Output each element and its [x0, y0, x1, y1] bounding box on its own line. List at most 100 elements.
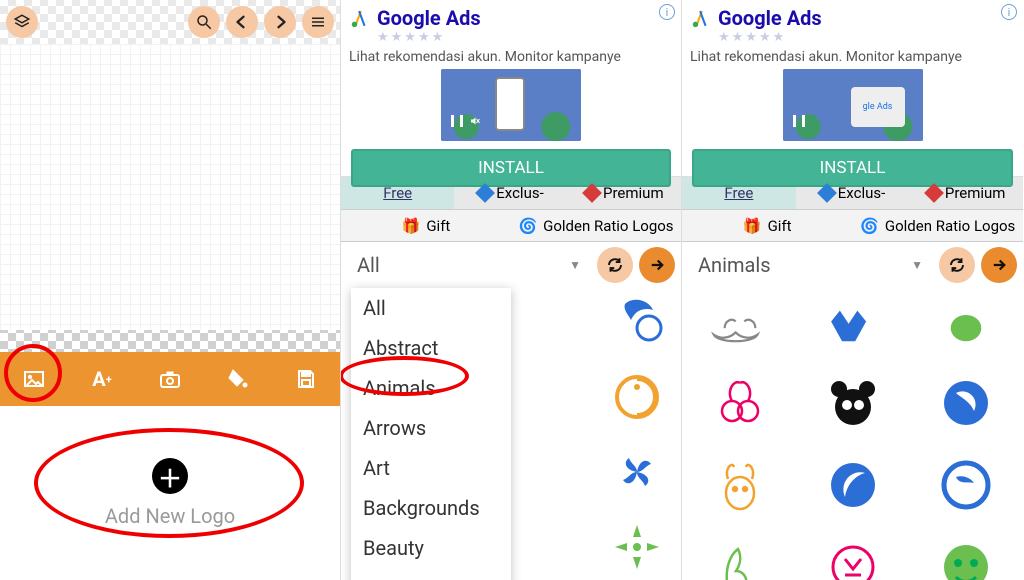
logo-item[interactable] — [799, 530, 906, 580]
logo-item[interactable] — [686, 448, 793, 522]
transparency-strip — [0, 330, 340, 352]
dropdown-item-backgrounds[interactable]: Backgrounds — [351, 488, 511, 528]
dropdown-item-business[interactable]: Business — [351, 568, 511, 580]
refresh-button[interactable] — [939, 247, 975, 283]
subtab-golden-label: Golden Ratio Logos — [543, 217, 673, 235]
menu-icon — [309, 13, 327, 31]
logo-item[interactable] — [597, 513, 677, 580]
ad-description: Lihat rekomendasi akun. Monitor kampanye — [341, 45, 681, 69]
pause-icon[interactable] — [793, 115, 805, 127]
sub-tabs: 🎁 Gift 🌀 Golden Ratio Logos — [682, 210, 1023, 242]
ad-thumbnail — [441, 69, 581, 141]
save-icon — [294, 367, 318, 391]
panel-browse-animals: i Google Ads ★★★★★ Lihat rekomendasi aku… — [682, 0, 1023, 580]
subtab-gift-label: Gift — [426, 217, 450, 235]
undo-icon — [233, 13, 251, 31]
dropdown-item-animals[interactable]: Animals — [351, 368, 511, 408]
undo-button[interactable] — [226, 6, 258, 38]
zoom-button[interactable] — [188, 6, 220, 38]
zoom-icon — [195, 13, 213, 31]
install-button[interactable]: INSTALL — [692, 149, 1013, 187]
logo-item[interactable] — [686, 294, 793, 358]
category-row: Animals ▼ — [682, 242, 1023, 288]
ad-stars: ★★★★★ — [682, 30, 1023, 45]
logo-item[interactable] — [597, 288, 677, 355]
arrow-right-icon — [648, 256, 666, 274]
logo-item[interactable] — [597, 438, 677, 505]
install-button[interactable]: INSTALL — [351, 149, 671, 187]
refresh-button[interactable] — [597, 247, 633, 283]
subtab-gift[interactable]: 🎁 Gift — [341, 210, 511, 241]
logo-item[interactable] — [912, 294, 1019, 358]
subtab-golden[interactable]: 🌀 Golden Ratio Logos — [853, 210, 1024, 241]
chevron-down-icon: ▼ — [911, 258, 923, 272]
editor-canvas[interactable] — [0, 44, 340, 330]
image-icon — [22, 367, 46, 391]
logo-item[interactable] — [799, 366, 906, 440]
layers-icon — [13, 13, 31, 31]
category-select[interactable]: Animals ▼ — [688, 253, 933, 277]
logo-item[interactable] — [912, 448, 1019, 522]
logo-grid — [682, 288, 1023, 580]
logo-item[interactable] — [799, 448, 906, 522]
ad-description: Lihat rekomendasi akun. Monitor kampanye — [682, 45, 1023, 69]
logo-item[interactable] — [912, 366, 1019, 440]
arrow-right-icon — [990, 256, 1008, 274]
subtab-gift[interactable]: 🎁 Gift — [682, 210, 853, 241]
ad-info-icon[interactable]: i — [1001, 4, 1017, 20]
category-selected-label: All — [357, 253, 380, 277]
editor-toolbar: A+ — [0, 352, 340, 406]
category-dropdown-list: AllAbstractAnimalsArrowsArtBackgroundsBe… — [351, 288, 511, 580]
logo-item[interactable] — [799, 294, 906, 358]
next-button[interactable] — [639, 247, 675, 283]
gift-icon: 🎁 — [743, 217, 762, 235]
redo-icon — [271, 13, 289, 31]
paint-tool-button[interactable] — [218, 359, 258, 399]
layers-button[interactable] — [6, 6, 38, 38]
camera-tool-button[interactable] — [150, 359, 190, 399]
category-select[interactable]: All ▼ — [347, 253, 591, 277]
paint-icon — [226, 367, 250, 391]
google-ads-logo-icon — [349, 7, 371, 29]
save-tool-button[interactable] — [286, 359, 326, 399]
category-selected-label: Animals — [698, 253, 771, 277]
editor-top-bar — [0, 0, 340, 44]
dropdown-item-beauty[interactable]: Beauty — [351, 528, 511, 568]
subtab-gift-label: Gift — [768, 217, 792, 235]
next-button[interactable] — [981, 247, 1017, 283]
dropdown-item-all[interactable]: All — [351, 288, 511, 328]
image-tool-button[interactable] — [14, 359, 54, 399]
pause-icon[interactable] — [451, 115, 481, 127]
dropdown-item-arrows[interactable]: Arrows — [351, 408, 511, 448]
subtab-golden[interactable]: 🌀 Golden Ratio Logos — [511, 210, 681, 241]
panel-browse-dropdown: i Google Ads ★★★★★ Lihat rekomendasi aku… — [341, 0, 682, 580]
redo-button[interactable] — [264, 6, 296, 38]
mute-icon — [469, 115, 481, 127]
logo-item[interactable] — [912, 530, 1019, 580]
ad-title: Google Ads — [377, 6, 481, 30]
ad-thumbnail: gle Ads — [783, 69, 923, 141]
ad-title: Google Ads — [718, 6, 822, 30]
ad-block[interactable]: i Google Ads ★★★★★ Lihat rekomendasi aku… — [682, 0, 1023, 176]
sub-tabs: 🎁 Gift 🌀 Golden Ratio Logos — [341, 210, 681, 242]
add-logo-label: Add New Logo — [105, 504, 235, 528]
logo-preview-column — [597, 288, 677, 580]
panel-editor: A+ ＋ Add New Logo — [0, 0, 341, 580]
text-tool-button[interactable]: A+ — [82, 359, 122, 399]
logo-item[interactable] — [686, 530, 793, 580]
add-logo-area[interactable]: ＋ Add New Logo — [0, 406, 340, 580]
gift-icon: 🎁 — [402, 217, 421, 235]
category-row: All ▼ — [341, 242, 681, 288]
logo-item[interactable] — [597, 363, 677, 430]
ad-block[interactable]: i Google Ads ★★★★★ Lihat rekomendasi aku… — [341, 0, 681, 176]
menu-button[interactable] — [302, 6, 334, 38]
golden-ratio-icon: 🌀 — [518, 217, 537, 235]
logo-item[interactable] — [686, 366, 793, 440]
dropdown-item-abstract[interactable]: Abstract — [351, 328, 511, 368]
subtab-golden-label: Golden Ratio Logos — [885, 217, 1015, 235]
dropdown-item-art[interactable]: Art — [351, 448, 511, 488]
golden-ratio-icon: 🌀 — [860, 217, 879, 235]
ad-info-icon[interactable]: i — [659, 4, 675, 20]
google-ads-logo-icon — [690, 7, 712, 29]
ad-stars: ★★★★★ — [341, 30, 681, 45]
